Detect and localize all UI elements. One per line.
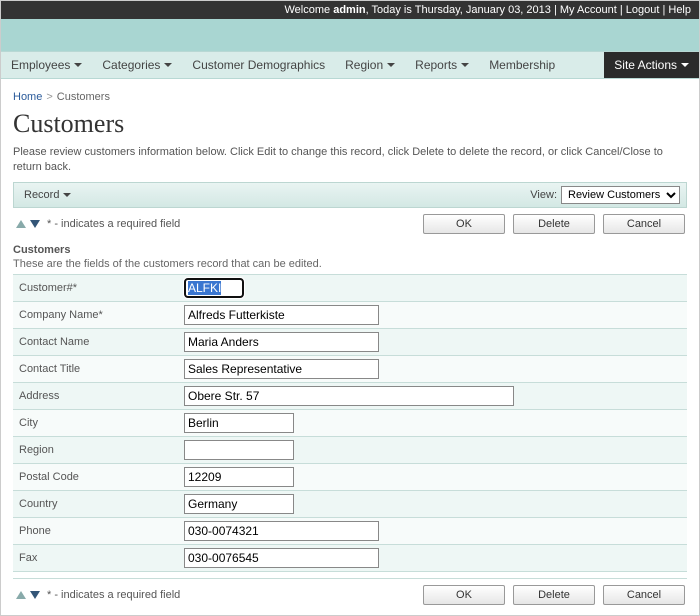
input-contact-title[interactable] [184, 359, 379, 379]
row-customer-id: Customer#* [13, 274, 687, 301]
required-note: * - indicates a required field [47, 589, 180, 601]
menu-reports[interactable]: Reports [405, 52, 479, 78]
menu-customer-demographics[interactable]: Customer Demographics [182, 52, 335, 78]
record-menu[interactable]: Record [20, 187, 75, 203]
input-contact-name[interactable] [184, 332, 379, 352]
row-region: Region [13, 436, 687, 463]
row-company: Company Name* [13, 301, 687, 328]
main-menu: Employees Categories Customer Demographi… [1, 51, 699, 79]
required-note: * - indicates a required field [47, 218, 180, 230]
chevron-down-icon [387, 63, 395, 67]
delete-button[interactable]: Delete [513, 585, 595, 605]
input-country[interactable] [184, 494, 294, 514]
input-fax[interactable] [184, 548, 379, 568]
ok-button[interactable]: OK [423, 214, 505, 234]
menu-employees[interactable]: Employees [1, 52, 92, 78]
input-customer-id[interactable] [184, 278, 244, 298]
view-select[interactable]: Review Customers [561, 186, 680, 204]
my-account-link[interactable]: My Account [560, 4, 617, 16]
breadcrumb: Home>Customers [13, 87, 687, 107]
chevron-down-icon [74, 63, 82, 67]
label-country: Country [13, 490, 178, 517]
menu-categories[interactable]: Categories [92, 52, 182, 78]
chevron-down-icon [63, 193, 71, 197]
menu-region[interactable]: Region [335, 52, 405, 78]
arrow-down-icon[interactable] [29, 589, 41, 601]
label-customer-id: Customer#* [13, 274, 178, 301]
row-postal: Postal Code [13, 463, 687, 490]
label-company: Company Name* [13, 301, 178, 328]
help-link[interactable]: Help [668, 4, 691, 16]
row-city: City [13, 409, 687, 436]
label-region: Region [13, 436, 178, 463]
row-address: Address [13, 382, 687, 409]
input-phone[interactable] [184, 521, 379, 541]
top-bar: Welcome admin, Today is Thursday, Januar… [1, 1, 699, 19]
ok-button[interactable]: OK [423, 585, 505, 605]
section-title: Customers [13, 244, 687, 256]
arrow-up-icon[interactable] [15, 218, 27, 230]
breadcrumb-home[interactable]: Home [13, 91, 42, 103]
chevron-down-icon [681, 63, 689, 67]
label-phone: Phone [13, 517, 178, 544]
action-bar-bottom: * - indicates a required field OK Delete… [13, 579, 687, 615]
row-phone: Phone [13, 517, 687, 544]
cancel-button[interactable]: Cancel [603, 585, 685, 605]
instructions-text: Please review customers information belo… [13, 145, 687, 176]
row-contact-name: Contact Name [13, 328, 687, 355]
banner [1, 19, 699, 51]
row-country: Country [13, 490, 687, 517]
chevron-down-icon [461, 63, 469, 67]
input-company[interactable] [184, 305, 379, 325]
logout-link[interactable]: Logout [626, 4, 660, 16]
arrow-down-icon[interactable] [29, 218, 41, 230]
input-city[interactable] [184, 413, 294, 433]
section-desc: These are the fields of the customers re… [13, 258, 687, 270]
menu-site-actions[interactable]: Site Actions [604, 52, 699, 78]
label-contact-name: Contact Name [13, 328, 178, 355]
welcome-text: Welcome admin, Today is Thursday, Januar… [285, 4, 551, 16]
action-bar-top: * - indicates a required field OK Delete… [13, 208, 687, 240]
input-region[interactable] [184, 440, 294, 460]
arrow-up-icon[interactable] [15, 589, 27, 601]
label-city: City [13, 409, 178, 436]
chevron-down-icon [164, 63, 172, 67]
delete-button[interactable]: Delete [513, 214, 595, 234]
label-postal: Postal Code [13, 463, 178, 490]
page-title: Customers [13, 109, 687, 139]
label-address: Address [13, 382, 178, 409]
input-address[interactable] [184, 386, 514, 406]
row-fax: Fax [13, 544, 687, 571]
input-postal[interactable] [184, 467, 294, 487]
breadcrumb-current: Customers [57, 91, 110, 103]
label-fax: Fax [13, 544, 178, 571]
menu-membership[interactable]: Membership [479, 52, 565, 78]
cancel-button[interactable]: Cancel [603, 214, 685, 234]
record-toolbar: Record View: Review Customers [13, 182, 687, 208]
row-contact-title: Contact Title [13, 355, 687, 382]
label-contact-title: Contact Title [13, 355, 178, 382]
view-label: View: [530, 189, 557, 201]
customer-form: Customer#* Company Name* Contact Name Co… [13, 274, 687, 572]
